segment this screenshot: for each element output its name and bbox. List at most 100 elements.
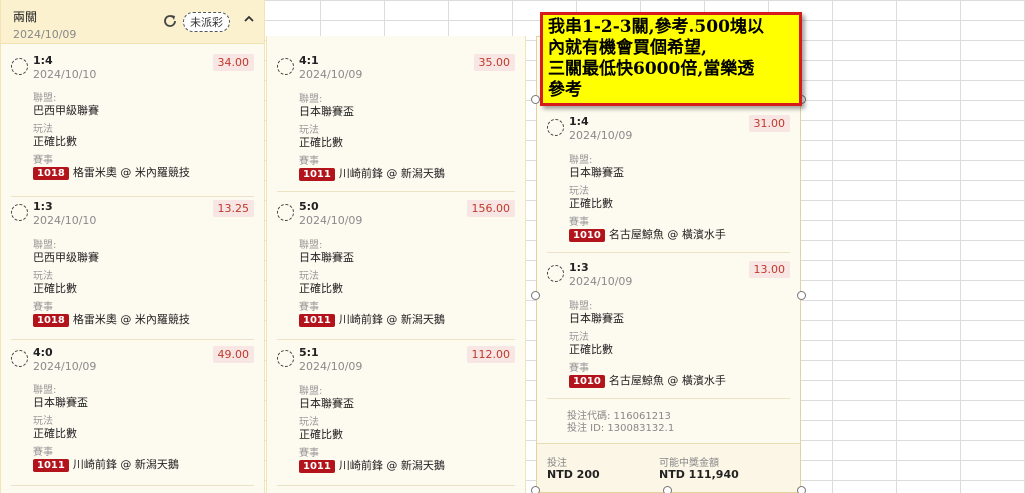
play-value: 正確比數 bbox=[299, 428, 343, 441]
match-info: 1010 名古屋鯨魚 @ 橫濱水手 bbox=[569, 226, 726, 242]
play-value: 正確比數 bbox=[299, 282, 343, 295]
bet-leg: 1:4 2024/10/09 31.00 聯盟: 日本聯賽盃 玩法 正確比數 賽… bbox=[547, 115, 790, 253]
event-code-badge: 1011 bbox=[299, 460, 335, 473]
resize-handle[interactable] bbox=[797, 291, 806, 300]
resize-handle[interactable] bbox=[531, 95, 540, 104]
annotation-line: 內就有機會買個希望, bbox=[548, 38, 707, 58]
annotation-line: 參考 bbox=[548, 80, 582, 100]
leg-status-circle bbox=[11, 350, 28, 367]
stake-label: 投注 bbox=[547, 458, 567, 469]
bet-leg: 5:1 2024/10/09 112.00 聯盟: 日本聯賽盃 玩法 正確比數 … bbox=[277, 346, 515, 486]
odds-badge: 35.00 bbox=[473, 54, 515, 71]
league-value: 日本聯賽盃 bbox=[569, 312, 624, 325]
match-teams: 川崎前鋒 @ 新潟天鵝 bbox=[338, 167, 445, 180]
bet-slip-column-1: 兩關 2024/10/09 未派彩 1:4 2024/10/10 34.00 聯… bbox=[0, 0, 265, 493]
bet-leg-date: 2024/10/09 bbox=[299, 214, 363, 227]
bet-leg-date: 2024/10/09 bbox=[299, 68, 363, 81]
odds-badge: 112.00 bbox=[466, 346, 515, 363]
leg-status-circle bbox=[547, 119, 564, 136]
bet-leg-date: 2024/10/10 bbox=[33, 214, 97, 227]
bet-leg: 4:1 2024/10/09 35.00 聯盟: 日本聯賽盃 玩法 正確比數 賽… bbox=[277, 54, 515, 192]
match-info: 1018 格雷米奧 @ 米內羅競技 bbox=[33, 164, 190, 180]
bet-slip-header: 兩關 2024/10/09 未派彩 bbox=[1, 0, 264, 44]
chevron-up-icon[interactable] bbox=[243, 13, 255, 25]
match-teams: 川崎前鋒 @ 新潟天鵝 bbox=[72, 458, 179, 471]
bet-leg: 1:4 2024/10/10 34.00 聯盟: 巴西甲級聯賽 玩法 正確比數 … bbox=[11, 54, 254, 197]
event-code-badge: 1018 bbox=[33, 167, 69, 180]
refresh-icon[interactable] bbox=[162, 13, 178, 29]
leg-status-circle bbox=[277, 204, 294, 221]
league-value: 巴西甲級聯賽 bbox=[33, 104, 99, 117]
match-info: 1011 川崎前鋒 @ 新潟天鵝 bbox=[299, 165, 445, 181]
leg-status-circle bbox=[277, 58, 294, 75]
league-value: 日本聯賽盃 bbox=[299, 397, 354, 410]
bet-leg: 5:0 2024/10/09 156.00 聯盟: 日本聯賽盃 玩法 正確比數 … bbox=[277, 200, 515, 340]
annotation-textbox[interactable]: 我串1-2-3關,參考.500塊以 內就有機會買個希望, 三關最低快6000倍,… bbox=[540, 12, 802, 106]
match-teams: 川崎前鋒 @ 新潟天鵝 bbox=[338, 459, 445, 472]
bet-score: 1:3 bbox=[33, 200, 53, 213]
match-info: 1010 名古屋鯨魚 @ 橫濱水手 bbox=[569, 372, 726, 388]
match-teams: 名古屋鯨魚 @ 橫濱水手 bbox=[608, 374, 726, 387]
odds-badge: 49.00 bbox=[212, 346, 254, 363]
odds-badge: 156.00 bbox=[466, 200, 515, 217]
bet-leg: 4:0 2024/10/09 49.00 聯盟: 日本聯賽盃 玩法 正確比數 賽… bbox=[11, 346, 254, 486]
odds-badge: 34.00 bbox=[212, 54, 254, 71]
league-value: 日本聯賽盃 bbox=[569, 166, 624, 179]
bet-score: 1:4 bbox=[569, 115, 589, 128]
event-code-badge: 1011 bbox=[33, 459, 69, 472]
bet-score: 5:0 bbox=[299, 200, 319, 213]
bet-leg-date: 2024/10/09 bbox=[569, 129, 633, 142]
match-info: 1011 川崎前鋒 @ 新潟天鵝 bbox=[299, 311, 445, 327]
match-teams: 格雷米奧 @ 米內羅競技 bbox=[72, 166, 190, 179]
annotation-line: 我串1-2-3關,參考.500塊以 bbox=[548, 17, 764, 37]
resize-handle[interactable] bbox=[531, 486, 540, 493]
leg-status-circle bbox=[547, 265, 564, 282]
status-badge: 未派彩 bbox=[183, 12, 230, 32]
bet-leg-date: 2024/10/10 bbox=[33, 68, 97, 81]
match-teams: 名古屋鯨魚 @ 橫濱水手 bbox=[608, 228, 726, 241]
bet-score: 4:1 bbox=[299, 54, 319, 67]
resize-handle[interactable] bbox=[531, 291, 540, 300]
odds-badge: 31.00 bbox=[748, 115, 790, 132]
event-code-badge: 1011 bbox=[299, 168, 335, 181]
league-value: 日本聯賽盃 bbox=[299, 105, 354, 118]
bet-leg: 1:3 2024/10/09 13.00 聯盟: 日本聯賽盃 玩法 正確比數 賽… bbox=[547, 261, 790, 399]
bet-score: 4:0 bbox=[33, 346, 53, 359]
play-value: 正確比數 bbox=[299, 136, 343, 149]
match-info: 1011 川崎前鋒 @ 新潟天鵝 bbox=[33, 456, 179, 472]
leg-status-circle bbox=[11, 204, 28, 221]
play-value: 正確比數 bbox=[33, 427, 77, 440]
match-teams: 格雷米奧 @ 米內羅競技 bbox=[72, 313, 190, 326]
play-value: 正確比數 bbox=[569, 343, 613, 356]
play-value: 正確比數 bbox=[569, 197, 613, 210]
resize-handle[interactable] bbox=[797, 486, 806, 493]
annotation-line: 三關最低快6000倍,當樂透 bbox=[548, 59, 755, 79]
bet-leg-date: 2024/10/09 bbox=[569, 275, 633, 288]
stake-value: NTD 200 bbox=[547, 468, 600, 481]
bet-slip-column-2: 4:1 2024/10/09 35.00 聯盟: 日本聯賽盃 玩法 正確比數 賽… bbox=[266, 36, 526, 493]
bet-score: 5:1 bbox=[299, 346, 319, 359]
resize-handle[interactable] bbox=[663, 486, 672, 493]
payout-label: 可能中獎金額 bbox=[659, 458, 719, 469]
league-value: 日本聯賽盃 bbox=[299, 251, 354, 264]
odds-badge: 13.00 bbox=[748, 261, 790, 278]
match-info: 1018 格雷米奧 @ 米內羅競技 bbox=[33, 311, 190, 327]
leg-status-circle bbox=[11, 58, 28, 75]
bet-leg-date: 2024/10/09 bbox=[299, 360, 363, 373]
event-code-badge: 1011 bbox=[299, 314, 335, 327]
play-value: 正確比數 bbox=[33, 135, 77, 148]
leg-status-circle bbox=[277, 350, 294, 367]
bet-leg-date: 2024/10/09 bbox=[33, 360, 97, 373]
bet-id: 投注 ID: 130083132.1 bbox=[567, 423, 675, 434]
play-value: 正確比數 bbox=[33, 282, 77, 295]
event-code-badge: 1010 bbox=[569, 375, 605, 388]
bet-score: 1:4 bbox=[33, 54, 53, 67]
bet-leg: 1:3 2024/10/10 13.25 聯盟: 巴西甲级聯賽 玩法 正確比數 … bbox=[11, 200, 254, 340]
match-teams: 川崎前鋒 @ 新潟天鵝 bbox=[338, 313, 445, 326]
match-info: 1011 川崎前鋒 @ 新潟天鵝 bbox=[299, 457, 445, 473]
league-value: 日本聯賽盃 bbox=[33, 396, 88, 409]
bet-score: 1:3 bbox=[569, 261, 589, 274]
league-value: 巴西甲级聯賽 bbox=[33, 251, 99, 264]
event-code-badge: 1010 bbox=[569, 229, 605, 242]
odds-badge: 13.25 bbox=[212, 200, 254, 217]
